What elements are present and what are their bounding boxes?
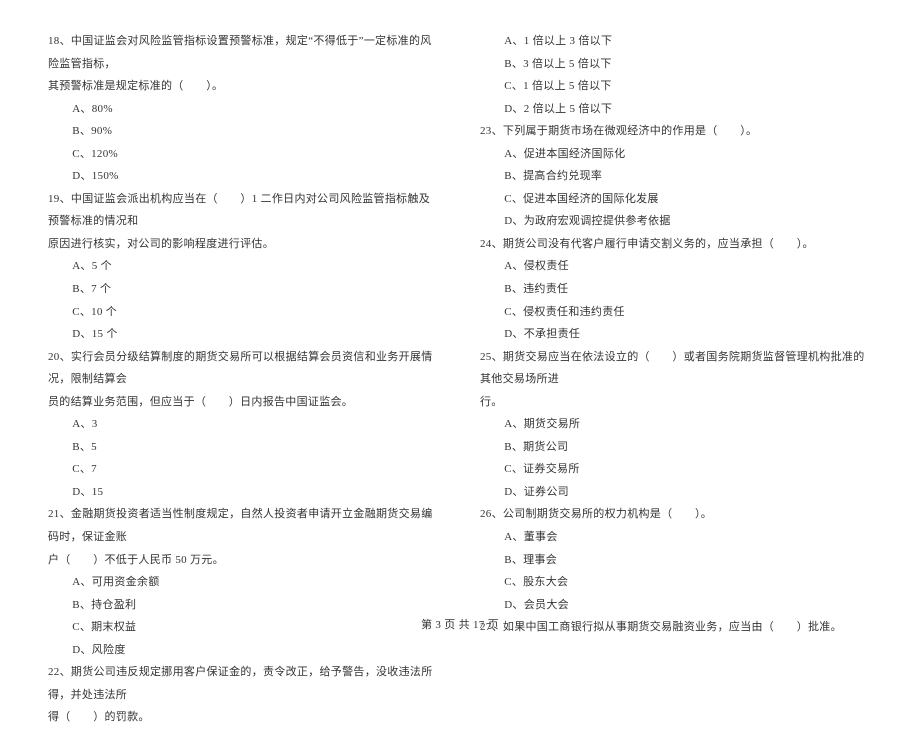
q24-line1: 24、期货公司没有代客户履行申请交割义务的，应当承担（ ）。 [480, 233, 872, 256]
q19-opt-c: C、10 个 [48, 301, 440, 324]
q19-line1: 19、中国证监会派出机构应当在（ ）1 二作日内对公司风险监管指标触及预警标准的… [48, 188, 440, 233]
q20-opt-c: C、7 [48, 458, 440, 481]
q23-opt-d: D、为政府宏观调控提供参考依据 [480, 210, 872, 233]
q25-opt-d: D、证券公司 [480, 481, 872, 504]
q19-opt-d: D、15 个 [48, 323, 440, 346]
q22-opt-a: A、1 倍以上 3 倍以下 [480, 30, 872, 53]
q20-opt-d: D、15 [48, 481, 440, 504]
q24-opt-d: D、不承担责任 [480, 323, 872, 346]
q22-opt-b: B、3 倍以上 5 倍以下 [480, 53, 872, 76]
q21-opt-a: A、可用资金余额 [48, 571, 440, 594]
q23-line1: 23、下列属于期货市场在微观经济中的作用是（ ）。 [480, 120, 872, 143]
q23-opt-c: C、促进本国经济的国际化发展 [480, 188, 872, 211]
q19-opt-a: A、5 个 [48, 255, 440, 278]
q25-line1: 25、期货交易应当在依法设立的（ ）或者国务院期货监督管理机构批准的其他交易场所… [480, 346, 872, 391]
q20-line2: 员的结算业务范围，但应当于（ ）日内报告中国证监会。 [48, 391, 440, 414]
q18-opt-c: C、120% [48, 143, 440, 166]
q20-opt-b: B、5 [48, 436, 440, 459]
q26-opt-c: C、股东大会 [480, 571, 872, 594]
q18-opt-d: D、150% [48, 165, 440, 188]
q18-line2: 其预警标准是规定标准的（ ）。 [48, 75, 440, 98]
q26-line1: 26、公司制期货交易所的权力机构是（ ）。 [480, 503, 872, 526]
page-footer: 第 3 页 共 17 页 [0, 616, 920, 632]
q22-line2: 得（ ）的罚款。 [48, 706, 440, 729]
q22-opt-d: D、2 倍以上 5 倍以下 [480, 98, 872, 121]
q25-line2: 行。 [480, 391, 872, 414]
q22-line1: 22、期货公司违反规定挪用客户保证金的，责令改正，给予警告，没收违法所得，并处违… [48, 661, 440, 706]
q24-opt-c: C、侵权责任和违约责任 [480, 301, 872, 324]
q18-line1: 18、中国证监会对风险监管指标设置预警标准，规定“不得低于”一定标准的风险监管指… [48, 30, 440, 75]
q18-opt-a: A、80% [48, 98, 440, 121]
q23-opt-a: A、促进本国经济国际化 [480, 143, 872, 166]
q21-opt-b: B、持仓盈利 [48, 594, 440, 617]
q19-opt-b: B、7 个 [48, 278, 440, 301]
q21-opt-d: D、风险度 [48, 639, 440, 662]
q21-line2: 户（ ）不低于人民币 50 万元。 [48, 549, 440, 572]
q24-opt-b: B、违约责任 [480, 278, 872, 301]
q19-line2: 原因进行核实，对公司的影响程度进行评估。 [48, 233, 440, 256]
q26-opt-d: D、会员大会 [480, 594, 872, 617]
q23-opt-b: B、提高合约兑现率 [480, 165, 872, 188]
q22-opt-c: C、1 倍以上 5 倍以下 [480, 75, 872, 98]
q25-opt-b: B、期货公司 [480, 436, 872, 459]
q21-line1: 21、金融期货投资者适当性制度规定，自然人投资者申请开立金融期货交易编码时，保证… [48, 503, 440, 548]
q25-opt-a: A、期货交易所 [480, 413, 872, 436]
q25-opt-c: C、证券交易所 [480, 458, 872, 481]
q26-opt-b: B、理事会 [480, 549, 872, 572]
q20-opt-a: A、3 [48, 413, 440, 436]
q18-opt-b: B、90% [48, 120, 440, 143]
q26-opt-a: A、董事会 [480, 526, 872, 549]
q24-opt-a: A、侵权责任 [480, 255, 872, 278]
q20-line1: 20、实行会员分级结算制度的期货交易所可以根据结算会员资信和业务开展情况，限制结… [48, 346, 440, 391]
